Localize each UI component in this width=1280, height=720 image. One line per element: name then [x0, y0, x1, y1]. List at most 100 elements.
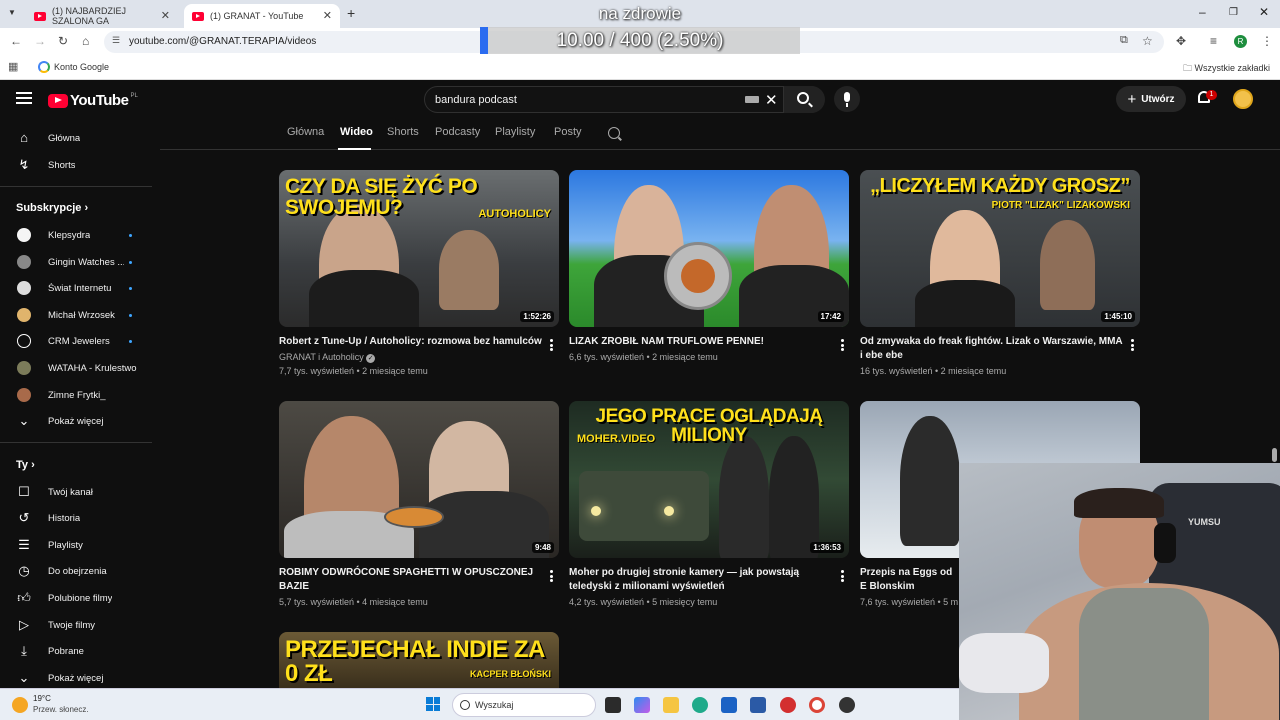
sidebar-sub-michal-wrzosek[interactable]: Michał Wrzosek	[0, 302, 155, 328]
video-menu-icon[interactable]	[550, 570, 553, 582]
tab-posts[interactable]: Posty	[554, 126, 582, 138]
minimize-icon[interactable]: –	[1199, 5, 1206, 19]
sidebar-sub-crm-jewelers[interactable]: CRM Jewelers	[0, 328, 155, 354]
sidebar-item-your-channel[interactable]: ☐ Twój kanał	[0, 479, 155, 505]
browser-tab-2[interactable]: (1) GRANAT - YouTube ✕	[184, 4, 340, 28]
clear-search-icon[interactable]: ✕	[765, 91, 778, 109]
outlook-icon[interactable]	[721, 697, 737, 713]
profile-avatar[interactable]: R	[1234, 35, 1247, 48]
tab-podcasts[interactable]: Podcasty	[435, 126, 480, 138]
duration-badge: 17:42	[817, 311, 844, 322]
video-menu-icon[interactable]	[841, 339, 844, 351]
video-title[interactable]: Robert z Tune-Up / Autoholicy: rozmowa b…	[279, 335, 544, 349]
close-window-icon[interactable]: ✕	[1259, 5, 1269, 19]
tab-home[interactable]: Główna	[287, 126, 324, 138]
tab-videos[interactable]: Wideo	[340, 126, 373, 138]
tab-list-chevron-icon[interactable]: ▼	[8, 8, 16, 17]
page-scrollbar-thumb[interactable]	[1272, 448, 1277, 462]
close-tab-icon[interactable]: ✕	[161, 9, 170, 22]
windows-start-icon[interactable]	[426, 697, 440, 711]
app-icon[interactable]	[780, 697, 796, 713]
sidebar-item-history[interactable]: ↺ Historia	[0, 505, 155, 531]
sidebar-sub-gingin[interactable]: Gingin Watches ...	[0, 249, 155, 275]
site-info-icon[interactable]: ☰	[112, 35, 120, 46]
sidebar-item-watch-later[interactable]: ◷ Do obejrzenia	[0, 558, 155, 584]
taskbar-search[interactable]: Wyszukaj	[452, 693, 596, 717]
back-icon[interactable]: ←	[10, 34, 22, 48]
forward-icon[interactable]: →	[34, 34, 46, 48]
edge-browser-icon[interactable]	[692, 697, 708, 713]
tab-playlists[interactable]: Playlisty	[495, 126, 535, 138]
apps-grid-icon[interactable]: ▦	[8, 60, 18, 73]
search-button[interactable]	[783, 86, 825, 113]
sidebar-sub-klepsydra[interactable]: Klepsydra	[0, 222, 155, 248]
channel-search-icon[interactable]	[608, 127, 620, 139]
sidebar-item-playlists[interactable]: ☰ Playlisty	[0, 532, 155, 558]
new-tab-button[interactable]: +	[347, 5, 355, 21]
copilot-icon[interactable]	[634, 697, 650, 713]
chrome-icon[interactable]	[809, 697, 825, 713]
sidebar-sub-zimne-frytki[interactable]: Zimne Frytki_	[0, 382, 155, 408]
cast-icon[interactable]: ⧉	[1120, 34, 1128, 47]
browser-menu-icon[interactable]: ⋮	[1261, 34, 1273, 48]
video-thumbnail[interactable]: „LICZYŁEM KAŻDY GROSZ” PIOTR "LIZAK" LIZ…	[860, 170, 1140, 327]
sidebar-item-home[interactable]: ⌂ Główna	[0, 125, 155, 151]
media-icon[interactable]: ≡	[1210, 34, 1217, 48]
obs-icon[interactable]	[839, 697, 855, 713]
sidebar-item-your-videos[interactable]: ▷ Twoje filmy	[0, 612, 155, 638]
sidebar-item-label: Główna	[48, 132, 81, 144]
video-channel[interactable]: GRANAT i Autoholicy ✓	[279, 352, 376, 363]
extensions-icon[interactable]: ✥	[1176, 34, 1186, 48]
all-bookmarks-button[interactable]: 🗀 Wszystkie zakładki	[1183, 61, 1270, 77]
home-icon[interactable]: ⌂	[82, 34, 89, 48]
search-box: ✕	[424, 86, 825, 113]
channel-avatar	[17, 281, 31, 295]
video-menu-icon[interactable]	[841, 570, 844, 582]
create-button[interactable]: + Utwórz	[1116, 86, 1186, 112]
tab-shorts[interactable]: Shorts	[387, 126, 419, 138]
video-menu-icon[interactable]	[1131, 339, 1134, 351]
sidebar-sub-wataha[interactable]: WATAHA - Krulestwo	[0, 355, 155, 381]
hamburger-menu-icon[interactable]	[16, 92, 32, 104]
video-title[interactable]: LIZAK ZROBIŁ NAM TRUFLOWE PENNE!	[569, 335, 834, 349]
youtube-logo[interactable]: YouTube PL	[48, 92, 138, 109]
video-thumbnail[interactable]: CZY DA SIĘ ŻYĆ PO SWOJEMU? AUTOHOLICY 1:…	[279, 170, 559, 327]
webcam-feed	[959, 463, 1280, 720]
store-icon[interactable]	[750, 697, 766, 713]
task-view-icon[interactable]	[605, 697, 621, 713]
restore-icon[interactable]: ❐	[1229, 7, 1238, 18]
bookmark-google-account[interactable]: Konto Google	[38, 61, 109, 73]
video-thumbnail[interactable]: PRZEJECHAŁ INDIE ZA 0 ZŁ KACPER BŁOŃSKI	[279, 632, 559, 688]
video-title[interactable]: Od zmywaka do freak fightów. Lizak o War…	[860, 335, 1125, 363]
weather-sun-icon[interactable]	[12, 697, 28, 713]
you-header[interactable]: Ty ›	[16, 459, 35, 471]
video-title[interactable]: ROBIMY ODWRÓCONE SPAGHETTI W OPUSCZONEJ …	[279, 566, 544, 594]
sidebar-item-shorts[interactable]: ↯ Shorts	[0, 152, 155, 178]
youtube-favicon-icon	[192, 11, 204, 21]
close-tab-icon[interactable]: ✕	[323, 9, 332, 22]
weather-temperature[interactable]: 19°C	[33, 694, 51, 703]
subscriptions-header[interactable]: Subskrypcje ›	[16, 202, 88, 214]
video-thumbnail[interactable]: JEGO PRACE OGLĄDAJĄ MILIONY MOHER.VIDEO …	[569, 401, 849, 558]
sidebar-show-more-subscriptions[interactable]: ⌄ Pokaż więcej	[0, 408, 155, 434]
search-input[interactable]	[425, 87, 755, 112]
video-title[interactable]: Przepis na Eggs od E Blonskim	[860, 566, 960, 594]
sidebar-sub-swiat-internetu[interactable]: Świat Internetu	[0, 275, 155, 301]
video-thumbnail[interactable]: 9:48	[279, 401, 559, 558]
video-meta: 7,7 tys. wyświetleń • 2 miesiące temu	[279, 366, 428, 376]
account-avatar[interactable]	[1233, 89, 1253, 109]
bookmark-star-icon[interactable]: ☆	[1142, 34, 1153, 48]
sidebar-item-downloads[interactable]: ⤓ Pobrane	[0, 638, 155, 664]
download-icon: ⤓	[21, 643, 27, 658]
thumbnail-sub-text: AUTOHOLICY	[478, 208, 551, 220]
voice-search-mic-icon[interactable]	[834, 86, 860, 112]
keyboard-icon[interactable]	[745, 96, 759, 103]
video-menu-icon[interactable]	[550, 339, 553, 351]
duration-badge: 9:48	[531, 542, 554, 553]
video-title[interactable]: Moher po drugiej stronie kamery — jak po…	[569, 566, 834, 594]
video-thumbnail[interactable]: 17:42	[569, 170, 849, 327]
browser-tab-1[interactable]: (1) NAJBARDZIEJ SZALONA GA ✕	[26, 4, 178, 28]
file-explorer-icon[interactable]	[663, 697, 679, 713]
reload-icon[interactable]: ↻	[58, 34, 68, 48]
sidebar-item-liked[interactable]: 👍︎ Polubione filmy	[0, 585, 155, 611]
